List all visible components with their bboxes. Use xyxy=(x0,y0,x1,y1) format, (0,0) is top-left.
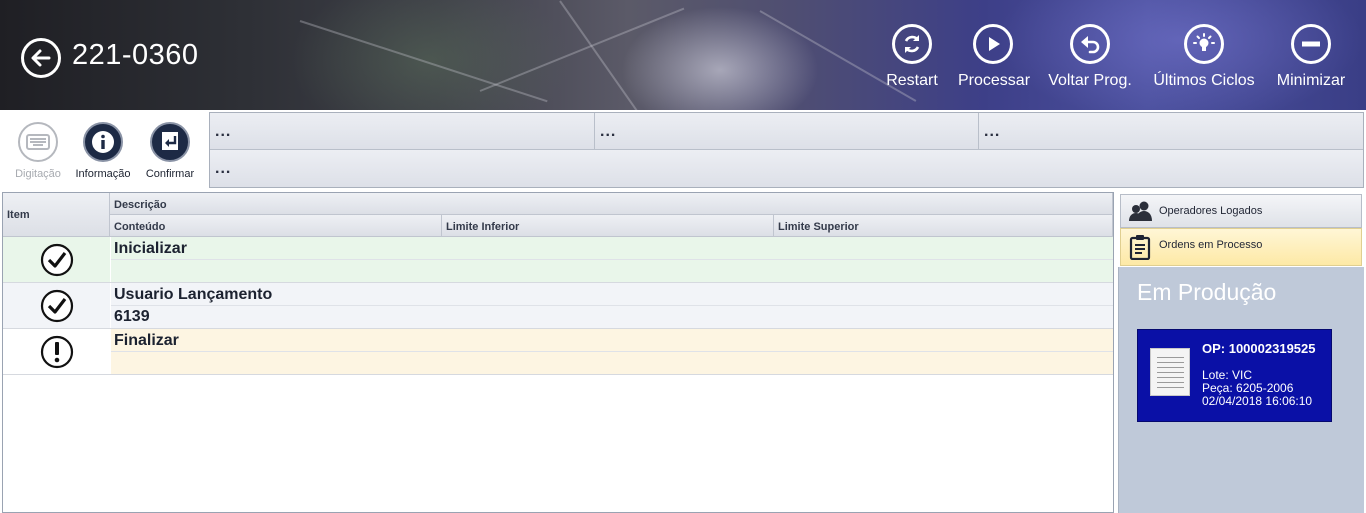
document-icon xyxy=(1150,348,1190,396)
steps-table: Item Descrição Conteúdo Limite Inferior … xyxy=(2,192,1114,513)
ultimos-ciclos-label: Últimos Ciclos xyxy=(1153,72,1255,89)
production-order-card[interactable]: OP: 100002319525 Lote: VIC Peça: 6205-20… xyxy=(1137,329,1332,422)
informacao-button[interactable]: Informação xyxy=(72,122,134,180)
info-icon xyxy=(92,131,114,153)
row-conteudo: 6139 xyxy=(111,306,1113,328)
tab-operadores-logados[interactable]: Operadores Logados xyxy=(1120,194,1362,228)
info-cell: ... xyxy=(595,113,979,150)
row-descricao: Inicializar xyxy=(111,237,1113,260)
row-conteudo xyxy=(111,260,1113,282)
undo-icon xyxy=(1081,36,1100,54)
lightbulb-icon xyxy=(1193,33,1215,51)
check-circle-icon xyxy=(40,289,74,323)
arrow-left-icon xyxy=(31,49,51,67)
info-cell: ... xyxy=(210,150,1363,187)
info-cell: ... xyxy=(979,113,1363,150)
voltar-prog-label: Voltar Prog. xyxy=(1048,72,1132,89)
tab-operadores-label: Operadores Logados xyxy=(1159,205,1263,217)
background-truss xyxy=(479,7,685,92)
order-peca: Peça: 6205-2006 xyxy=(1202,381,1294,395)
order-number: OP: 100002319525 xyxy=(1202,341,1316,356)
check-circle-icon xyxy=(40,243,74,277)
row-conteudo xyxy=(111,352,1113,374)
column-header-limite-inferior: Limite Inferior xyxy=(442,215,774,237)
confirmar-button[interactable]: Confirmar xyxy=(142,122,198,180)
row-descricao: Finalizar xyxy=(111,329,1113,352)
tab-ordens-em-processo[interactable]: Ordens em Processo xyxy=(1120,228,1362,266)
table-row[interactable]: Finalizar xyxy=(3,329,1113,375)
background-truss xyxy=(559,0,653,110)
minus-icon xyxy=(1302,41,1320,47)
ultimos-ciclos-button[interactable]: Últimos Ciclos xyxy=(1152,24,1256,99)
digitacao-label: Digitação xyxy=(15,168,61,180)
exclamation-circle-icon xyxy=(40,335,74,369)
restart-button[interactable]: Restart xyxy=(885,24,939,99)
informacao-label: Informação xyxy=(75,168,131,180)
column-header-conteudo: Conteúdo xyxy=(110,215,442,237)
processar-label: Processar xyxy=(958,72,1031,89)
play-icon xyxy=(989,37,1000,51)
confirmar-label: Confirmar xyxy=(145,168,195,180)
column-header-descricao: Descrição xyxy=(110,193,1113,215)
background-truss xyxy=(299,20,548,103)
info-cell: ... xyxy=(210,113,595,150)
page-title: 221-0360 xyxy=(72,39,199,71)
production-heading: Em Produção xyxy=(1137,279,1277,305)
voltar-prog-button[interactable]: Voltar Prog. xyxy=(1047,24,1133,99)
users-icon xyxy=(1129,201,1152,221)
app-header: 221-0360 Restart Processar Voltar Prog. … xyxy=(0,0,1366,110)
processar-button[interactable]: Processar xyxy=(958,24,1031,99)
minimizar-label: Minimizar xyxy=(1276,72,1346,89)
back-button[interactable] xyxy=(21,38,61,78)
info-grid: ... ... ... ... xyxy=(209,112,1364,188)
production-panel: Em Produção OP: 100002319525 Lote: VIC P… xyxy=(1118,267,1364,513)
order-timestamp: 02/04/2018 16:06:10 xyxy=(1202,394,1313,408)
table-row[interactable]: Inicializar xyxy=(3,237,1113,283)
minimizar-button[interactable]: Minimizar xyxy=(1274,24,1348,99)
keyboard-icon xyxy=(26,134,50,150)
column-header-limite-superior: Limite Superior xyxy=(774,215,1113,237)
row-descricao: Usuario Lançamento xyxy=(111,283,1113,306)
restart-icon xyxy=(904,35,920,53)
digitacao-button[interactable]: Digitação xyxy=(12,122,64,180)
clipboard-icon xyxy=(1129,235,1151,260)
enter-icon xyxy=(162,132,178,150)
side-panel: Operadores Logados Ordens em Processo Em… xyxy=(1118,192,1364,513)
column-header-item: Item xyxy=(3,193,110,237)
tab-ordens-label: Ordens em Processo xyxy=(1159,239,1263,251)
restart-label: Restart xyxy=(886,72,938,89)
order-lote: Lote: VIC xyxy=(1202,368,1253,382)
table-row[interactable]: Usuario Lançamento 6139 xyxy=(3,283,1113,329)
